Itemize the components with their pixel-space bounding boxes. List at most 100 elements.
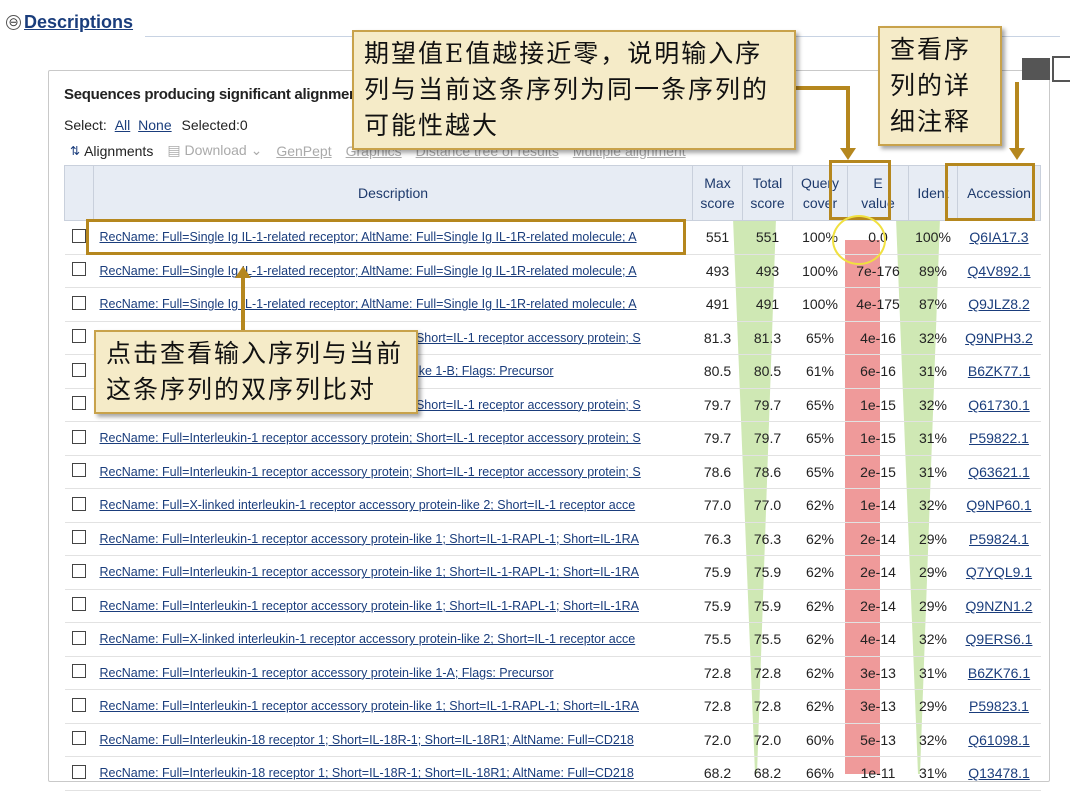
row-checkbox[interactable] bbox=[72, 295, 86, 310]
row-max-score: 75.9 bbox=[703, 597, 732, 614]
row-checkbox-cell bbox=[64, 254, 94, 288]
row-description-link[interactable]: RecName: Full=Interleukin-18 receptor 1;… bbox=[100, 733, 634, 747]
row-max-score-cell: 79.7 bbox=[692, 388, 743, 422]
row-description-link[interactable]: RecName: Full=Single Ig IL-1-related rec… bbox=[100, 297, 637, 311]
genpept-link[interactable]: GenPept bbox=[276, 143, 331, 159]
row-checkbox[interactable] bbox=[72, 597, 86, 612]
select-none-link[interactable]: None bbox=[138, 117, 171, 133]
row-description-link[interactable]: RecName: Full=Interleukin-1 receptor acc… bbox=[100, 599, 639, 613]
total-score-header[interactable]: Total score bbox=[742, 165, 793, 221]
row-checkbox[interactable] bbox=[72, 563, 86, 578]
row-query-cover-cell: 62% bbox=[792, 622, 848, 657]
row-checkbox-cell bbox=[64, 354, 94, 389]
row-checkbox[interactable] bbox=[72, 530, 86, 545]
row-ident-cell: 31% bbox=[908, 656, 958, 690]
select-row: Select: All None Selected:0 bbox=[64, 117, 248, 133]
max-score-header[interactable]: Max score bbox=[692, 165, 743, 221]
descriptions-section-header[interactable]: ⊖ Descriptions bbox=[6, 12, 133, 33]
row-checkbox[interactable] bbox=[72, 329, 86, 344]
row-query-cover: 100% bbox=[802, 262, 838, 279]
collapse-toggle-icon[interactable]: ⊖ bbox=[6, 15, 21, 30]
description-header[interactable]: Description bbox=[93, 165, 693, 221]
row-description-link[interactable]: RecName: Full=Interleukin-1 receptor acc… bbox=[100, 532, 639, 546]
row-description-link[interactable]: RecName: Full=Interleukin-1 receptor acc… bbox=[100, 666, 554, 680]
row-description-link[interactable]: RecName: Full=Single Ig IL-1-related rec… bbox=[100, 264, 637, 278]
table-row: RecName: Full=X-linked interleukin-1 rec… bbox=[64, 488, 1041, 523]
row-max-score-cell: 72.8 bbox=[692, 689, 743, 724]
row-ident: 32% bbox=[918, 329, 948, 346]
row-query-cover: 62% bbox=[805, 698, 835, 715]
row-accession-cell: Q9JLZ8.2 bbox=[957, 287, 1041, 322]
row-accession-cell: Q9NZN1.2 bbox=[957, 589, 1041, 623]
row-max-score-cell: 79.7 bbox=[692, 421, 743, 456]
row-checkbox[interactable] bbox=[72, 228, 86, 243]
row-accession-link[interactable]: Q63621.1 bbox=[968, 464, 1030, 480]
table-row: RecName: Full=Interleukin-1 receptor acc… bbox=[64, 455, 1041, 489]
row-accession-link[interactable]: P59823.1 bbox=[969, 698, 1029, 714]
row-e-value-cell: 2e-15 bbox=[847, 455, 909, 489]
row-e-value-cell: 6e-16 bbox=[847, 354, 909, 389]
row-e-value: 3e-13 bbox=[860, 698, 896, 715]
row-ident-cell: 87% bbox=[908, 287, 958, 322]
row-checkbox[interactable] bbox=[72, 463, 86, 478]
row-description-link[interactable]: RecName: Full=Interleukin-1 receptor acc… bbox=[100, 465, 641, 479]
select-all-link[interactable]: All bbox=[115, 117, 131, 133]
row-total-score: 78.6 bbox=[753, 463, 782, 480]
row-description-link[interactable]: RecName: Full=Interleukin-1 receptor acc… bbox=[100, 565, 639, 579]
row-accession-link[interactable]: Q9NZN1.2 bbox=[966, 598, 1033, 614]
row-description-link[interactable]: RecName: Full=X-linked interleukin-1 rec… bbox=[100, 632, 636, 646]
row-checkbox[interactable] bbox=[72, 664, 86, 679]
row-query-cover: 65% bbox=[805, 463, 835, 480]
max-score-header-l2: score bbox=[700, 195, 735, 211]
row-accession-link[interactable]: Q6IA17.3 bbox=[969, 229, 1028, 245]
row-description-link[interactable]: RecName: Full=X-linked interleukin-1 rec… bbox=[100, 498, 636, 512]
row-max-score-cell: 76.3 bbox=[692, 522, 743, 556]
row-max-score-cell: 75.5 bbox=[692, 622, 743, 657]
row-accession-link[interactable]: P59824.1 bbox=[969, 531, 1029, 547]
row-max-score: 81.3 bbox=[703, 329, 732, 346]
row-accession-link[interactable]: Q9JLZ8.2 bbox=[968, 296, 1029, 312]
row-description-cell: RecName: Full=Interleukin-18 receptor 1;… bbox=[93, 756, 693, 791]
row-accession-link[interactable]: B6ZK76.1 bbox=[968, 665, 1030, 681]
row-checkbox[interactable] bbox=[72, 731, 86, 746]
row-max-score-cell: 72.0 bbox=[692, 723, 743, 757]
table-row: RecName: Full=Single Ig IL-1-related rec… bbox=[64, 254, 1041, 288]
row-accession-link[interactable]: Q61098.1 bbox=[968, 732, 1030, 748]
row-checkbox[interactable] bbox=[72, 496, 86, 511]
row-checkbox[interactable] bbox=[72, 764, 86, 779]
row-accession-link[interactable]: Q9ERS6.1 bbox=[966, 631, 1033, 647]
row-accession-link[interactable]: P59822.1 bbox=[969, 430, 1029, 446]
row-accession-link[interactable]: Q13478.1 bbox=[968, 765, 1030, 781]
row-e-value: 3e-13 bbox=[860, 664, 896, 681]
results-rows: RecName: Full=Single Ig IL-1-related rec… bbox=[64, 220, 1041, 791]
row-checkbox[interactable] bbox=[72, 396, 86, 411]
row-checkbox[interactable] bbox=[72, 630, 86, 645]
row-checkbox[interactable] bbox=[72, 429, 86, 444]
row-accession-cell: P59824.1 bbox=[957, 522, 1041, 556]
row-checkbox[interactable] bbox=[72, 262, 86, 277]
row-max-score: 493 bbox=[705, 262, 730, 279]
row-description-link[interactable]: RecName: Full=Interleukin-1 receptor acc… bbox=[100, 431, 641, 445]
row-description-cell: RecName: Full=Single Ig IL-1-related rec… bbox=[93, 287, 693, 322]
row-description-link[interactable]: RecName: Full=Interleukin-1 receptor acc… bbox=[100, 699, 639, 713]
alignments-button[interactable]: ⇅ Alignments bbox=[70, 143, 153, 159]
row-accession-cell: Q6IA17.3 bbox=[957, 220, 1041, 255]
row-checkbox[interactable] bbox=[72, 362, 86, 377]
row-checkbox[interactable] bbox=[72, 697, 86, 712]
row-accession-link[interactable]: Q9NPH3.2 bbox=[965, 330, 1033, 346]
row-max-score-cell: 77.0 bbox=[692, 488, 743, 523]
row-ident: 29% bbox=[918, 698, 948, 715]
row-accession-link[interactable]: B6ZK77.1 bbox=[968, 363, 1030, 379]
download-button[interactable]: ▤ Download ⌄ bbox=[167, 142, 262, 159]
row-description-link[interactable]: RecName: Full=Interleukin-18 receptor 1;… bbox=[100, 766, 634, 780]
row-accession-link[interactable]: Q61730.1 bbox=[968, 397, 1030, 413]
row-total-score: 79.7 bbox=[753, 430, 782, 447]
row-accession-link[interactable]: Q9NP60.1 bbox=[966, 497, 1031, 513]
row-ident: 31% bbox=[918, 430, 948, 447]
arrow-accession-v bbox=[1015, 82, 1019, 150]
descriptions-title[interactable]: Descriptions bbox=[24, 12, 133, 33]
row-query-cover: 65% bbox=[805, 430, 835, 447]
row-checkbox-cell bbox=[64, 455, 94, 489]
row-accession-link[interactable]: Q4V892.1 bbox=[967, 263, 1030, 279]
row-accession-link[interactable]: Q7YQL9.1 bbox=[966, 564, 1032, 580]
